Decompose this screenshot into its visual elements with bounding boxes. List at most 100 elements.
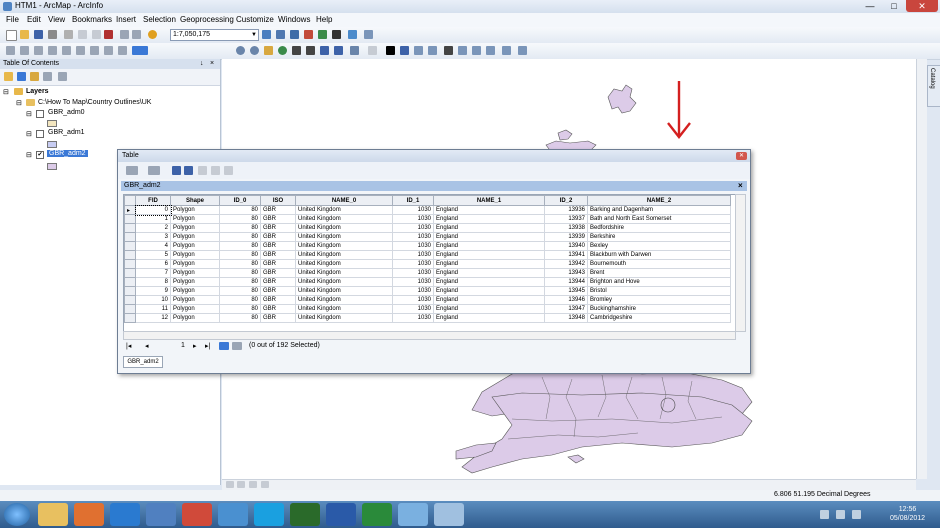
table-cell[interactable]: 5 <box>135 250 171 260</box>
table-row[interactable]: 1 Polygon 80 GBR United Kingdom 1030 England 13… <box>124 214 731 224</box>
show-all-records-icon[interactable] <box>219 342 229 350</box>
table-cell[interactable]: 0 <box>134 204 172 216</box>
table-cell[interactable]: 80 <box>219 241 261 251</box>
row-selector[interactable] <box>124 268 136 278</box>
table-cell[interactable]: 1030 <box>392 313 434 323</box>
row-selector[interactable] <box>124 286 136 296</box>
table-cell[interactable]: Bath and North East Somerset <box>587 214 731 224</box>
data-view-icon[interactable] <box>226 481 234 488</box>
table-cell[interactable]: 13942 <box>544 259 588 269</box>
table-cell[interactable]: United Kingdom <box>295 259 393 269</box>
table-cell[interactable]: Brent <box>587 268 731 278</box>
column-header[interactable]: NAME_0 <box>295 195 393 206</box>
table-cell[interactable]: 8 <box>135 277 171 287</box>
menu-help[interactable]: Help <box>316 15 332 24</box>
table-cell[interactable]: England <box>433 232 545 242</box>
editor-icon[interactable] <box>262 30 271 39</box>
table-cell[interactable]: Polygon <box>170 277 220 287</box>
table-cell[interactable]: GBR <box>260 223 296 233</box>
fixed-zoom-out-icon[interactable] <box>306 46 315 55</box>
table-cell[interactable]: Polygon <box>170 250 220 260</box>
table-cell[interactable]: Polygon <box>170 214 220 224</box>
goto-xy-icon[interactable] <box>472 46 481 55</box>
layer-name[interactable]: GBR_adm1 <box>48 129 85 136</box>
collapse-icon[interactable]: ⊟ <box>26 151 32 159</box>
table-cell[interactable]: GBR <box>260 214 296 224</box>
table-row[interactable]: 7 Polygon 80 GBR United Kingdom 1030 England 13… <box>124 268 731 278</box>
table-cell[interactable]: 1030 <box>392 295 434 305</box>
layer-name[interactable]: GBR_adm0 <box>48 109 85 116</box>
chrome-icon[interactable] <box>182 503 212 526</box>
table-cell[interactable]: 80 <box>219 268 261 278</box>
menu-selection[interactable]: Selection <box>143 15 176 24</box>
catalog-icon[interactable] <box>290 30 299 39</box>
full-extent-icon[interactable] <box>278 46 287 55</box>
table-cell[interactable]: GBR <box>260 286 296 296</box>
menu-bookmarks[interactable]: Bookmarks <box>72 15 112 24</box>
table-cell[interactable]: Polygon <box>170 313 220 323</box>
explorer-icon[interactable] <box>38 503 68 526</box>
table-row[interactable]: 4 Polygon 80 GBR United Kingdom 1030 England 13… <box>124 241 731 251</box>
toolbar-icon[interactable] <box>90 46 99 55</box>
list-by-selection-icon[interactable] <box>43 72 52 81</box>
table-cell[interactable]: 13937 <box>544 214 588 224</box>
table-cell[interactable]: GBR <box>260 277 296 287</box>
table-cell[interactable]: United Kingdom <box>295 241 393 251</box>
table-cell[interactable]: 13947 <box>544 304 588 314</box>
table-cell[interactable]: 80 <box>219 205 261 215</box>
table-cell[interactable]: 13944 <box>544 277 588 287</box>
table-row[interactable]: 9 Polygon 80 GBR United Kingdom 1030 England 13… <box>124 286 731 296</box>
table-cell[interactable]: Blackburn with Darwen <box>587 250 731 260</box>
map-vertical-scrollbar[interactable] <box>916 59 927 479</box>
photoshop-icon[interactable] <box>218 503 248 526</box>
table-cell[interactable]: 80 <box>219 232 261 242</box>
cut-icon[interactable] <box>64 30 73 39</box>
table-row[interactable]: ▸ 0 Polygon 80 GBR United Kingdom 1030 England 1… <box>124 204 731 216</box>
find-route-icon[interactable] <box>458 46 467 55</box>
tray-network-icon[interactable] <box>820 510 829 519</box>
collapse-icon[interactable]: ⊟ <box>16 99 22 107</box>
select-features-icon[interactable] <box>350 46 359 55</box>
paste-icon[interactable] <box>92 30 101 39</box>
viewer-window-icon[interactable] <box>518 46 527 55</box>
column-header[interactable]: ID_0 <box>219 195 261 206</box>
show-selected-records-icon[interactable] <box>232 342 242 350</box>
table-cell[interactable]: Bromley <box>587 295 731 305</box>
table-cell[interactable]: 1030 <box>392 277 434 287</box>
table-cell[interactable]: United Kingdom <box>295 313 393 323</box>
table-cell[interactable]: 13940 <box>544 241 588 251</box>
table-vertical-scrollbar[interactable] <box>735 194 746 332</box>
table-cell[interactable]: Polygon <box>170 232 220 242</box>
row-selector[interactable] <box>124 295 136 305</box>
table-cell[interactable]: GBR <box>260 295 296 305</box>
table-cell[interactable]: 1030 <box>392 259 434 269</box>
table-cell[interactable]: 80 <box>219 259 261 269</box>
collapse-icon[interactable]: ⊟ <box>3 88 9 96</box>
menu-insert[interactable]: Insert <box>116 15 136 24</box>
layer-visibility-checkbox[interactable] <box>36 130 44 138</box>
menu-view[interactable]: View <box>48 15 65 24</box>
table-cell[interactable]: 13948 <box>544 313 588 323</box>
excel-icon[interactable] <box>362 503 392 526</box>
row-selector[interactable] <box>124 250 136 260</box>
table-cell[interactable]: Polygon <box>170 223 220 233</box>
row-selector[interactable] <box>124 304 136 314</box>
tray-clock[interactable]: 12:56 05/08/2012 <box>890 505 925 523</box>
minimize-button[interactable]: — <box>858 0 882 12</box>
collapse-icon[interactable]: ⊟ <box>26 130 32 138</box>
column-header[interactable]: ISO <box>260 195 296 206</box>
print-icon[interactable] <box>48 30 57 39</box>
layer-visibility-checkbox[interactable]: ✔ <box>36 151 44 159</box>
column-header[interactable]: FID <box>135 195 171 206</box>
table-cell[interactable]: England <box>433 223 545 233</box>
row-selector[interactable] <box>124 241 136 251</box>
table-cell[interactable]: Polygon <box>170 268 220 278</box>
table-cell[interactable]: 1030 <box>392 268 434 278</box>
table-row[interactable]: 2 Polygon 80 GBR United Kingdom 1030 England 13… <box>124 223 731 233</box>
table-cell[interactable]: United Kingdom <box>295 214 393 224</box>
switch-selection-icon[interactable] <box>184 166 193 175</box>
table-cell[interactable]: 13941 <box>544 250 588 260</box>
table-cell[interactable]: 1030 <box>392 241 434 251</box>
start-button[interactable] <box>4 503 30 526</box>
table-row[interactable]: 6 Polygon 80 GBR United Kingdom 1030 England 13… <box>124 259 731 269</box>
